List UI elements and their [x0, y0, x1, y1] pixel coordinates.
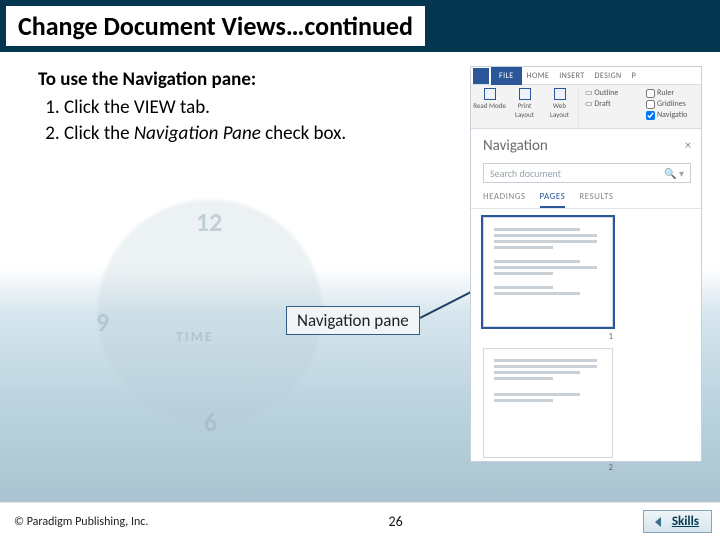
nav-pane-close-icon[interactable]: × [685, 139, 691, 153]
draft-button[interactable]: ▭ Draft [585, 99, 636, 110]
footer: © Paradigm Publishing, Inc. 26 Skills [0, 502, 720, 540]
step-1-text: Click the VIEW tab. [64, 96, 210, 119]
nav-tab-pages[interactable]: PAGES [540, 191, 566, 208]
clock-num-9: 9 [96, 306, 109, 338]
nav-tab-results[interactable]: RESULTS [579, 191, 613, 208]
step-2: Click the Navigation Pane check box. [64, 122, 378, 146]
step-2-em: Navigation Pane [134, 122, 261, 145]
intro-text: To use the Navigation pane: [38, 68, 256, 91]
page-number-2: 2 [483, 462, 613, 473]
ruler-check-icon[interactable] [646, 89, 655, 98]
nav-tab-headings[interactable]: HEADINGS [483, 191, 526, 208]
clock-time-label: TIME [176, 328, 214, 345]
clock-num-6: 6 [204, 406, 217, 438]
copyright-text: © Paradigm Publishing, Inc. [14, 515, 148, 529]
show-group: ▭ Outline ▭ Draft [579, 85, 640, 128]
outline-button[interactable]: ▭ Outline [585, 88, 636, 99]
slide-title: Change Document Views…continued [6, 6, 425, 46]
nav-search-placeholder: Search document [490, 167, 561, 180]
word-screenshot: FILE HOME INSERT DESIGN P Read Mode Prin… [470, 66, 702, 462]
tab-insert[interactable]: INSERT [554, 71, 589, 81]
tab-file[interactable]: FILE [491, 67, 522, 85]
back-arrow-icon [652, 515, 666, 529]
word-app-icon [473, 68, 489, 84]
skills-button-label: Skills [672, 514, 699, 529]
gridlines-check-icon[interactable] [646, 100, 655, 109]
navigation-pane-checkbox[interactable]: Navigatio [646, 110, 697, 121]
tab-home[interactable]: HOME [522, 71, 555, 81]
navigation-pane-callout: Navigation pane [286, 306, 420, 335]
tab-design[interactable]: DESIGN [590, 71, 627, 81]
nav-pane-title: Navigation [483, 137, 548, 155]
step-2-pre: Click the [64, 122, 134, 145]
nav-search-input[interactable]: Search document 🔍 ▾ [483, 163, 691, 183]
views-group: Read Mode Print Layout Web Layout [471, 85, 579, 128]
step-1: Click the VIEW tab. [64, 96, 378, 120]
print-layout-icon [519, 88, 531, 100]
nav-pages-list: 1 2 [471, 209, 701, 485]
search-icon[interactable]: 🔍 ▾ [664, 167, 684, 180]
skills-button[interactable]: Skills [643, 510, 712, 533]
clock-num-12: 12 [196, 206, 222, 238]
step-2-post: check box. [261, 122, 346, 145]
nav-pane-header: Navigation × [471, 129, 701, 159]
read-mode-icon [484, 88, 496, 100]
page-thumb-1[interactable] [483, 217, 613, 327]
web-layout-icon [554, 88, 566, 100]
ribbon-body: Read Mode Print Layout Web Layout ▭ Outl… [471, 85, 701, 129]
page-thumb-2[interactable] [483, 348, 613, 458]
print-layout-button[interactable]: Print Layout [508, 88, 541, 128]
nav-pane-tabs: HEADINGS PAGES RESULTS [471, 187, 701, 209]
navpane-check-icon[interactable] [646, 111, 655, 120]
web-layout-button[interactable]: Web Layout [543, 88, 576, 128]
show-checkboxes: Ruler Gridlines Navigatio [640, 85, 701, 128]
steps-list: Click the VIEW tab. Click the Navigation… [38, 96, 378, 148]
ribbon-tabs: FILE HOME INSERT DESIGN P [471, 67, 701, 85]
ruler-checkbox[interactable]: Ruler [646, 88, 697, 99]
page-number: 26 [389, 513, 403, 530]
title-bar: Change Document Views…continued [0, 0, 720, 52]
read-mode-button[interactable]: Read Mode [473, 88, 506, 128]
gridlines-checkbox[interactable]: Gridlines [646, 99, 697, 110]
slide-body: 12 3 6 9 TIME To use the Navigation pane… [0, 52, 720, 502]
page-number-1: 1 [483, 331, 613, 342]
tab-p[interactable]: P [627, 71, 642, 81]
